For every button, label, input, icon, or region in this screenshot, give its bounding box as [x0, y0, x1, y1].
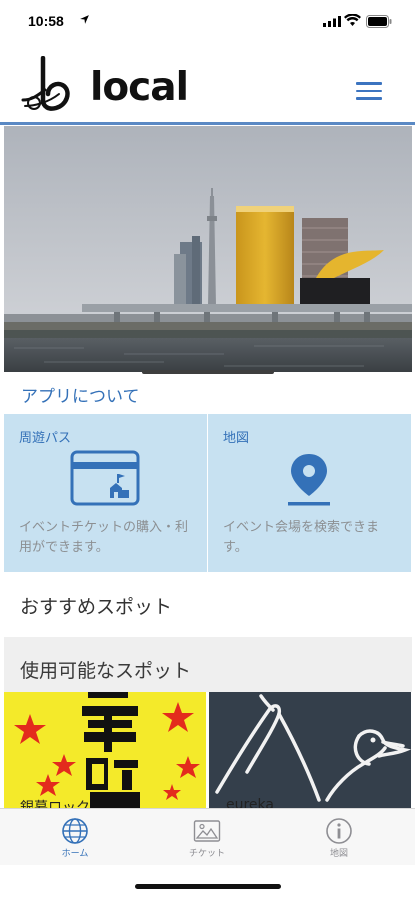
hero-image-carousel[interactable] — [4, 126, 412, 372]
carousel-indicator — [142, 370, 274, 374]
tab-home-label: ホーム — [61, 849, 89, 859]
hero-photo — [4, 126, 412, 372]
info-icon — [326, 818, 352, 844]
spot-tile-ginmaku-rock[interactable] — [4, 692, 206, 811]
wifi-icon — [344, 14, 361, 26]
app-screen: 10:58 local アプリについて 周遊パス イベントチケットの購入・利用が… — [0, 0, 415, 900]
tab-map[interactable]: 地図 — [270, 809, 408, 865]
globe-icon — [62, 818, 88, 844]
logo-text: local — [90, 65, 189, 110]
pass-card[interactable]: 周遊パス イベントチケットの購入・利用ができます。 — [4, 414, 207, 572]
logo-mark — [21, 56, 70, 111]
spot-image — [4, 692, 206, 811]
status-time: 10:58 — [28, 13, 64, 29]
ticket-image-icon — [193, 820, 221, 842]
pass-card-title: 周遊パス — [19, 431, 72, 446]
app-header: local — [0, 46, 415, 125]
tab-home[interactable]: ホーム — [6, 809, 144, 865]
hamburger-menu-button[interactable] — [356, 82, 382, 102]
spot-image — [209, 692, 411, 811]
map-pin-icon — [288, 454, 330, 506]
about-app-link[interactable]: アプリについて — [21, 382, 140, 407]
recommended-spots-heading: おすすめスポット — [20, 596, 173, 618]
location-arrow-icon — [80, 15, 89, 24]
home-indicator[interactable] — [135, 884, 281, 889]
tab-ticket[interactable]: チケット — [138, 809, 276, 865]
battery-icon — [366, 15, 392, 28]
available-spots-heading: 使用可能なスポット — [20, 660, 192, 682]
menu-line-icon — [356, 82, 382, 85]
map-card-description: イベント会場を検索できます。 — [223, 520, 380, 555]
tab-ticket-label: チケット — [188, 849, 225, 859]
map-card-title: 地図 — [223, 431, 250, 446]
ticket-card-icon — [70, 450, 140, 506]
pass-card-description: イベントチケットの購入・利用ができます。 — [19, 520, 189, 555]
menu-line-icon — [356, 97, 382, 100]
signal-icon — [323, 16, 341, 27]
spot-tile-eureka[interactable] — [209, 692, 411, 811]
status-bar: 10:58 — [0, 0, 415, 46]
tab-map-label: 地図 — [329, 849, 348, 859]
menu-line-icon — [356, 89, 382, 92]
map-card[interactable]: 地図 イベント会場を検索できます。 — [208, 414, 411, 572]
bottom-tab-bar: ホーム チケット 地図 — [0, 808, 415, 865]
